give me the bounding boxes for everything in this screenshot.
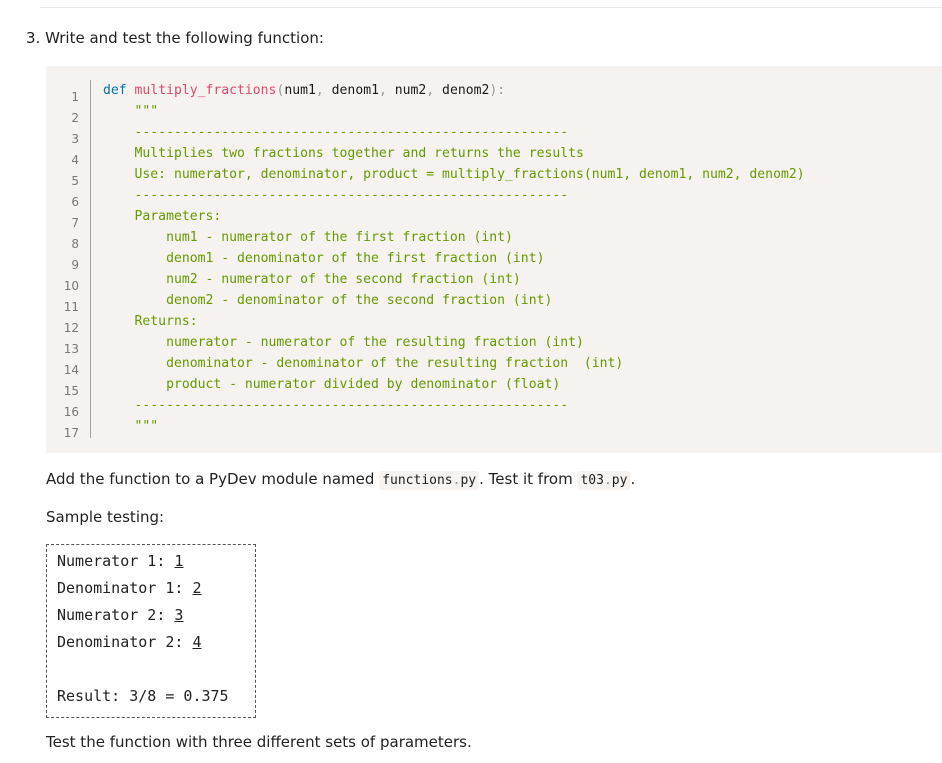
function-name: multiply_fractions: [134, 83, 277, 98]
line-number: 6: [71, 195, 79, 209]
line-number: 11: [63, 300, 79, 314]
input-value: 4: [192, 633, 202, 651]
instruction-module: Add the function to a PyDev module named…: [46, 470, 636, 490]
line-number-gutter: 1 2 3 4 5 6 7 8 9 10 11 12 13 14 15 16 1…: [46, 80, 91, 440]
console-line: Denominator 2: 4: [57, 633, 202, 651]
input-value: 3: [174, 606, 184, 624]
docstring-line: Multiplies two fractions together and re…: [103, 146, 584, 161]
function-signature: def multiply_fractions(num1, denom1, num…: [103, 83, 506, 98]
line-number: 15: [63, 384, 79, 398]
sample-heading: Sample testing:: [46, 508, 165, 526]
docstring-line: numerator - numerator of the resulting f…: [103, 335, 584, 350]
docstring-line: num1 - numerator of the first fraction (…: [103, 230, 513, 245]
docstring-line: denom1 - denominator of the first fracti…: [103, 251, 545, 266]
sample-console: Numerator 1: 1 Denominator 1: 2 Numerato…: [46, 544, 256, 718]
line-number: 9: [71, 258, 79, 272]
docstring-line: """: [103, 104, 159, 119]
line-number: 13: [63, 342, 79, 356]
docstring-line: denom2 - denominator of the second fract…: [103, 293, 553, 308]
docstring-line: denominator - denominator of the resulti…: [103, 356, 624, 371]
console-line: Numerator 1: 1: [57, 552, 184, 570]
docstring-line: ----------------------------------------…: [103, 125, 569, 140]
line-number: 16: [63, 405, 79, 419]
line-number: 8: [71, 237, 79, 251]
input-value: 2: [192, 579, 202, 597]
line-number: 14: [63, 363, 79, 377]
docstring-line: ----------------------------------------…: [103, 398, 569, 413]
code-block: 1 2 3 4 5 6 7 8 9 10 11 12 13 14 15 16 1…: [46, 66, 942, 453]
docstring-line: Returns:: [103, 314, 198, 329]
line-number: 2: [71, 111, 79, 125]
line-number: 7: [71, 216, 79, 230]
docstring-line: ----------------------------------------…: [103, 188, 569, 203]
docstring-line: num2 - numerator of the second fraction …: [103, 272, 521, 287]
instruction-test: Test the function with three different s…: [46, 733, 472, 751]
question-title: 3. Write and test the following function…: [26, 29, 324, 47]
def-keyword: def: [103, 83, 127, 98]
top-divider: [40, 7, 942, 8]
line-number: 12: [63, 321, 79, 335]
line-number: 10: [63, 279, 79, 293]
line-number: 5: [71, 174, 79, 188]
docstring-line: Use: numerator, denominator, product = m…: [103, 167, 805, 182]
console-result: Result: 3/8 = 0.375: [57, 687, 229, 705]
console-line: Denominator 1: 2: [57, 579, 202, 597]
docstring-line: Parameters:: [103, 209, 222, 224]
docstring-line: product - numerator divided by denominat…: [103, 377, 561, 392]
line-number: 3: [71, 132, 79, 146]
test-filename: t03.py: [577, 471, 631, 490]
docstring-line: """: [103, 419, 159, 434]
console-line: Numerator 2: 3: [57, 606, 184, 624]
input-value: 1: [174, 552, 184, 570]
line-number: 4: [71, 153, 79, 167]
line-number: 17: [63, 426, 79, 440]
module-filename: functions.py: [379, 471, 480, 490]
line-number: 1: [71, 90, 79, 104]
